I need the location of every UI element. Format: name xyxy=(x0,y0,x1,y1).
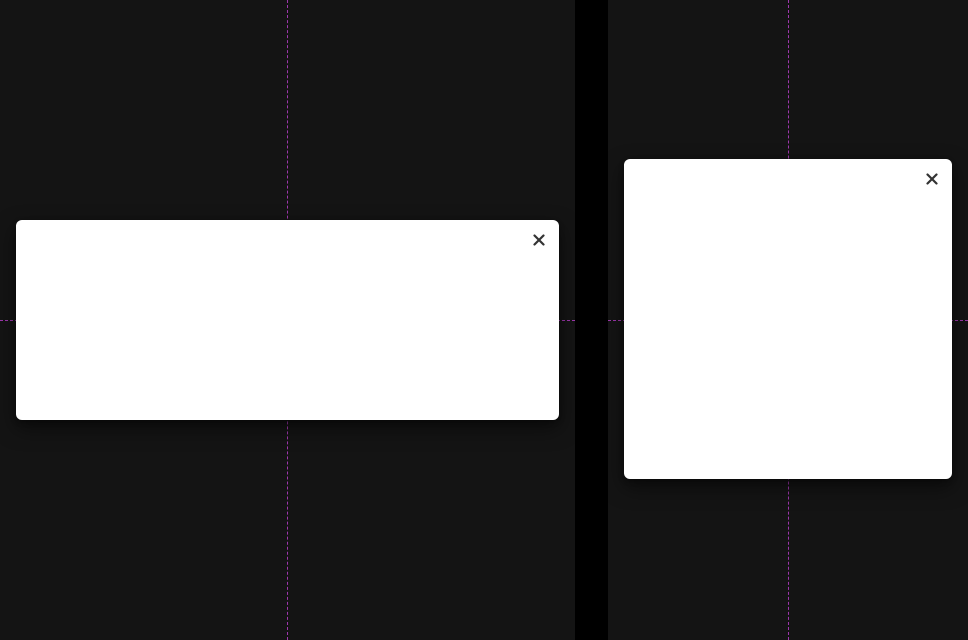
modal-right xyxy=(624,159,952,479)
modal-left xyxy=(16,220,559,420)
close-button-left[interactable] xyxy=(531,232,547,248)
preview-panel-left xyxy=(0,0,575,640)
close-icon xyxy=(926,173,938,185)
preview-panel-right xyxy=(608,0,968,640)
close-button-right[interactable] xyxy=(924,171,940,187)
panel-gap xyxy=(575,0,608,640)
close-icon xyxy=(533,234,545,246)
